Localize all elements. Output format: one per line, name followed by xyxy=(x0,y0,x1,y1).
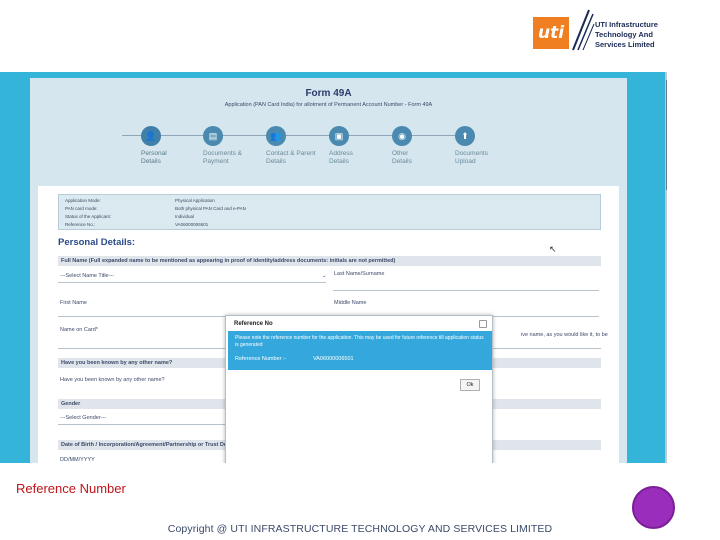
step-label: Documents & Payment xyxy=(203,150,243,165)
middle-name-field[interactable]: Middle Name xyxy=(334,300,366,306)
document-icon: ▤ xyxy=(203,126,223,146)
people-icon: 👥 xyxy=(266,126,286,146)
form-subtitle: Application (PAN Card India) for allotme… xyxy=(224,102,433,108)
upload-icon: ⬆ xyxy=(455,126,475,146)
step-personal-details[interactable]: 👤 Personal Details xyxy=(141,126,211,166)
screenshot-edge-line xyxy=(666,80,667,190)
logo-text: UTI Infrastructure Technology And Servic… xyxy=(595,20,658,50)
full-name-bar: Full Name (Full expanded name to be ment… xyxy=(58,256,601,266)
logo-line-1: UTI Infrastructure xyxy=(595,20,658,29)
step-label: Other Details xyxy=(392,150,412,165)
step-address-details[interactable]: ▣ Address Details xyxy=(329,126,399,166)
close-icon[interactable] xyxy=(479,320,487,328)
dialog-message-box: Please note the reference number for the… xyxy=(228,331,492,370)
copyright-footer: Copyright @ UTI INFRASTRUCTURE TECHNOLOG… xyxy=(167,523,553,535)
step-label: Personal Details xyxy=(141,150,167,165)
name-title-select[interactable]: ---Select Name Title--- xyxy=(60,273,114,279)
reference-number-value: VA06000006501 xyxy=(313,356,354,362)
reference-number-dialog: Reference No Please note the reference n… xyxy=(225,315,493,463)
info-value: Physical Application xyxy=(175,198,215,203)
logo-mark: uti xyxy=(533,17,569,49)
step-other-details[interactable]: ◉ Other Details xyxy=(392,126,462,166)
first-name-field[interactable]: First Name xyxy=(60,300,87,306)
date-of-birth-field[interactable]: DD/MM/YYYY xyxy=(60,457,95,463)
gender-select[interactable]: ---Select Gender--- xyxy=(60,415,106,421)
name-on-card-field[interactable]: Name on Card* xyxy=(60,327,98,333)
info-value: Individual xyxy=(175,214,195,219)
info-label: PAN card mode: xyxy=(65,206,98,211)
reference-number-label: Reference Number :- xyxy=(235,356,287,362)
info-value: VA06000006501 xyxy=(175,222,209,227)
step-contact-parent-details[interactable]: 👥 Contact & Parent Details xyxy=(266,126,336,166)
section-title: Personal Details: xyxy=(58,237,136,248)
logo-line-2: Technology And xyxy=(595,30,653,39)
mouse-cursor-icon: ↖ xyxy=(549,244,557,254)
step-label: Documents Upload xyxy=(455,150,488,165)
uti-logo: uti UTI Infrastructure Technology And Se… xyxy=(533,8,673,54)
slide-caption: Reference Number xyxy=(16,481,126,496)
info-value: Both physical PAN Card and e-PAN xyxy=(175,206,246,211)
slide: uti UTI Infrastructure Technology And Se… xyxy=(0,0,720,540)
dialog-title: Reference No xyxy=(234,321,273,327)
step-label: Contact & Parent Details xyxy=(266,150,316,165)
info-label: Application Mode: xyxy=(65,198,101,203)
field-underline xyxy=(333,290,599,291)
address-icon: ▣ xyxy=(329,126,349,146)
logo-swoosh-icon xyxy=(572,9,595,51)
info-label: Status of the Applicant: xyxy=(65,214,112,219)
step-documents-upload[interactable]: ⬆ Documents Upload xyxy=(455,126,525,166)
form-screenshot: Form 49A Application (PAN Card India) fo… xyxy=(0,72,665,463)
other-icon: ◉ xyxy=(392,126,412,146)
info-label: Reference No.: xyxy=(65,222,96,227)
decorative-circle xyxy=(632,486,675,529)
user-icon: 👤 xyxy=(141,126,161,146)
ok-button[interactable]: Ok xyxy=(460,379,480,391)
logo-line-3: Services Limited xyxy=(595,40,655,49)
last-name-field[interactable]: Last Name/Surname xyxy=(334,271,384,277)
dialog-message: Please note the reference number for the… xyxy=(235,335,484,348)
form-title: Form 49A xyxy=(305,88,352,99)
chevron-down-icon: ⌄ xyxy=(322,273,327,279)
field-underline xyxy=(58,282,326,283)
application-info-box: Application Mode: Physical Application P… xyxy=(58,194,601,230)
step-documents-payment[interactable]: ▤ Documents & Payment xyxy=(203,126,273,166)
step-label: Address Details xyxy=(329,150,353,165)
name-on-card-hint: ive name, as you would like it, to be xyxy=(521,332,608,338)
known-by-other-name-field[interactable]: Have you been known by any other name? xyxy=(60,377,165,383)
